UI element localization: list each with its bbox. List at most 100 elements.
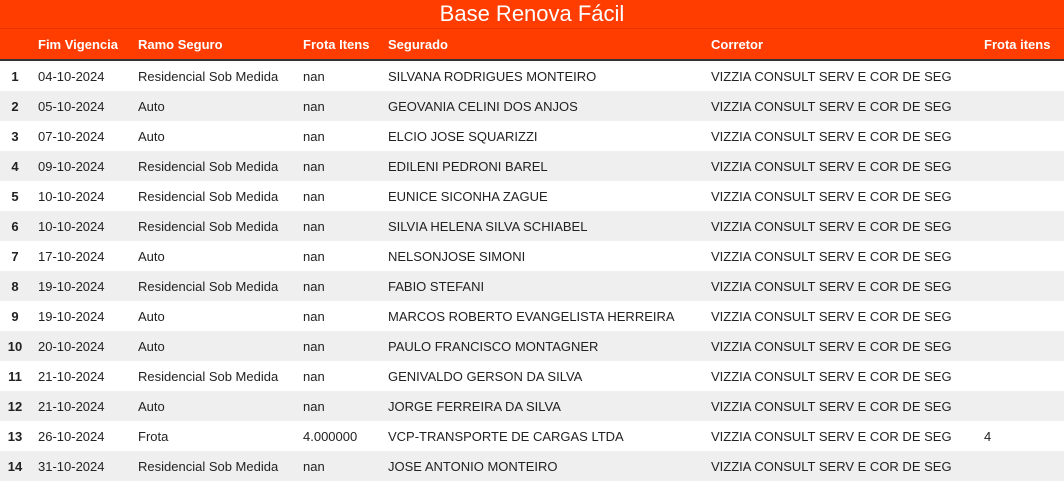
cell-frota-itens: nan	[295, 361, 380, 391]
cell-frota-itens-2	[976, 241, 1064, 271]
cell-segurado: GENIVALDO GERSON DA SILVA	[380, 361, 703, 391]
cell-corretor: VIZZIA CONSULT SERV E COR DE SEG	[703, 181, 976, 211]
cell-fim-vigencia: 19-10-2024	[30, 301, 130, 331]
cell-frota-itens-2	[976, 301, 1064, 331]
row-index: 14	[0, 451, 30, 481]
cell-segurado: EDILENI PEDRONI BAREL	[380, 151, 703, 181]
table-row: 6 10-10-2024 Residencial Sob Medida nan SILV…	[0, 211, 1064, 241]
cell-segurado: NELSONJOSE SIMONI	[380, 241, 703, 271]
row-index: 10	[0, 331, 30, 361]
cell-corretor: VIZZIA CONSULT SERV E COR DE SEG	[703, 361, 976, 391]
cell-frota-itens-2	[976, 151, 1064, 181]
cell-fim-vigencia: 10-10-2024	[30, 211, 130, 241]
cell-segurado: EUNICE SICONHA ZAGUE	[380, 181, 703, 211]
row-index: 13	[0, 421, 30, 451]
data-table: Fim Vigencia Ramo Seguro Frota Itens Seg…	[0, 29, 1064, 481]
cell-ramo-seguro: Residencial Sob Medida	[130, 211, 295, 241]
cell-frota-itens: nan	[295, 241, 380, 271]
cell-fim-vigencia: 31-10-2024	[30, 451, 130, 481]
cell-corretor: VIZZIA CONSULT SERV E COR DE SEG	[703, 211, 976, 241]
page-title: Base Renova Fácil	[0, 0, 1064, 29]
table-row: 12 21-10-2024 Auto nan JORGE FERREIRA DA SIL…	[0, 391, 1064, 421]
cell-segurado: ELCIO JOSE SQUARIZZI	[380, 121, 703, 151]
cell-frota-itens: nan	[295, 60, 380, 91]
cell-ramo-seguro: Auto	[130, 241, 295, 271]
cell-ramo-seguro: Residencial Sob Medida	[130, 60, 295, 91]
cell-frota-itens: nan	[295, 331, 380, 361]
cell-frota-itens: nan	[295, 391, 380, 421]
cell-frota-itens-2	[976, 121, 1064, 151]
cell-frota-itens-2	[976, 331, 1064, 361]
column-header-frota-itens: Frota Itens	[295, 29, 380, 61]
cell-fim-vigencia: 26-10-2024	[30, 421, 130, 451]
table-row: 10 20-10-2024 Auto nan PAULO FRANCISCO MONTA…	[0, 331, 1064, 361]
table-row: 4 09-10-2024 Residencial Sob Medida nan EDIL…	[0, 151, 1064, 181]
cell-corretor: VIZZIA CONSULT SERV E COR DE SEG	[703, 121, 976, 151]
cell-frota-itens-2	[976, 361, 1064, 391]
cell-segurado: PAULO FRANCISCO MONTAGNER	[380, 331, 703, 361]
column-header-corretor: Corretor	[703, 29, 976, 61]
column-header-frota-itens-2: Frota itens	[976, 29, 1064, 61]
row-index: 4	[0, 151, 30, 181]
cell-ramo-seguro: Residencial Sob Medida	[130, 361, 295, 391]
cell-corretor: VIZZIA CONSULT SERV E COR DE SEG	[703, 331, 976, 361]
cell-ramo-seguro: Auto	[130, 91, 295, 121]
cell-frota-itens: nan	[295, 91, 380, 121]
table-row: 7 17-10-2024 Auto nan NELSONJOSE SIMONI VIZZI…	[0, 241, 1064, 271]
cell-corretor: VIZZIA CONSULT SERV E COR DE SEG	[703, 391, 976, 421]
table-body: 1 04-10-2024 Residencial Sob Medida nan SILV…	[0, 60, 1064, 481]
table-row: 3 07-10-2024 Auto nan ELCIO JOSE SQUARIZZI VI…	[0, 121, 1064, 151]
cell-corretor: VIZZIA CONSULT SERV E COR DE SEG	[703, 271, 976, 301]
row-index: 8	[0, 271, 30, 301]
table-row: 13 26-10-2024 Frota 4.000000 VCP-TRANSPORTE …	[0, 421, 1064, 451]
cell-fim-vigencia: 10-10-2024	[30, 181, 130, 211]
cell-segurado: MARCOS ROBERTO EVANGELISTA HERREIRA	[380, 301, 703, 331]
row-index: 12	[0, 391, 30, 421]
table-row: 9 19-10-2024 Auto nan MARCOS ROBERTO EVANGEL…	[0, 301, 1064, 331]
cell-fim-vigencia: 21-10-2024	[30, 361, 130, 391]
cell-corretor: VIZZIA CONSULT SERV E COR DE SEG	[703, 301, 976, 331]
cell-frota-itens: nan	[295, 271, 380, 301]
row-index: 6	[0, 211, 30, 241]
row-index: 11	[0, 361, 30, 391]
cell-segurado: GEOVANIA CELINI DOS ANJOS	[380, 91, 703, 121]
cell-fim-vigencia: 09-10-2024	[30, 151, 130, 181]
cell-segurado: SILVIA HELENA SILVA SCHIABEL	[380, 211, 703, 241]
column-header-ramo-seguro: Ramo Seguro	[130, 29, 295, 61]
cell-frota-itens: 4.000000	[295, 421, 380, 451]
column-header-segurado: Segurado	[380, 29, 703, 61]
cell-ramo-seguro: Auto	[130, 121, 295, 151]
cell-ramo-seguro: Residencial Sob Medida	[130, 181, 295, 211]
table-row: 11 21-10-2024 Residencial Sob Medida nan GEN…	[0, 361, 1064, 391]
cell-ramo-seguro: Auto	[130, 301, 295, 331]
table-row: 2 05-10-2024 Auto nan GEOVANIA CELINI DOS AN…	[0, 91, 1064, 121]
row-index: 2	[0, 91, 30, 121]
cell-frota-itens: nan	[295, 211, 380, 241]
column-header-fim-vigencia: Fim Vigencia	[30, 29, 130, 61]
cell-corretor: VIZZIA CONSULT SERV E COR DE SEG	[703, 451, 976, 481]
cell-frota-itens-2	[976, 451, 1064, 481]
cell-segurado: JORGE FERREIRA DA SILVA	[380, 391, 703, 421]
cell-frota-itens-2	[976, 271, 1064, 301]
cell-frota-itens: nan	[295, 181, 380, 211]
cell-frota-itens: nan	[295, 451, 380, 481]
cell-fim-vigencia: 05-10-2024	[30, 91, 130, 121]
cell-ramo-seguro: Auto	[130, 391, 295, 421]
cell-segurado: SILVANA RODRIGUES MONTEIRO	[380, 60, 703, 91]
cell-fim-vigencia: 21-10-2024	[30, 391, 130, 421]
cell-frota-itens-2	[976, 91, 1064, 121]
cell-corretor: VIZZIA CONSULT SERV E COR DE SEG	[703, 151, 976, 181]
cell-ramo-seguro: Residencial Sob Medida	[130, 271, 295, 301]
cell-corretor: VIZZIA CONSULT SERV E COR DE SEG	[703, 60, 976, 91]
row-index: 7	[0, 241, 30, 271]
cell-frota-itens: nan	[295, 151, 380, 181]
cell-fim-vigencia: 17-10-2024	[30, 241, 130, 271]
cell-segurado: VCP-TRANSPORTE DE CARGAS LTDA	[380, 421, 703, 451]
row-index: 5	[0, 181, 30, 211]
cell-ramo-seguro: Auto	[130, 331, 295, 361]
table-row: 8 19-10-2024 Residencial Sob Medida nan FABI…	[0, 271, 1064, 301]
cell-segurado: JOSE ANTONIO MONTEIRO	[380, 451, 703, 481]
cell-fim-vigencia: 04-10-2024	[30, 60, 130, 91]
cell-frota-itens-2	[976, 211, 1064, 241]
cell-corretor: VIZZIA CONSULT SERV E COR DE SEG	[703, 421, 976, 451]
